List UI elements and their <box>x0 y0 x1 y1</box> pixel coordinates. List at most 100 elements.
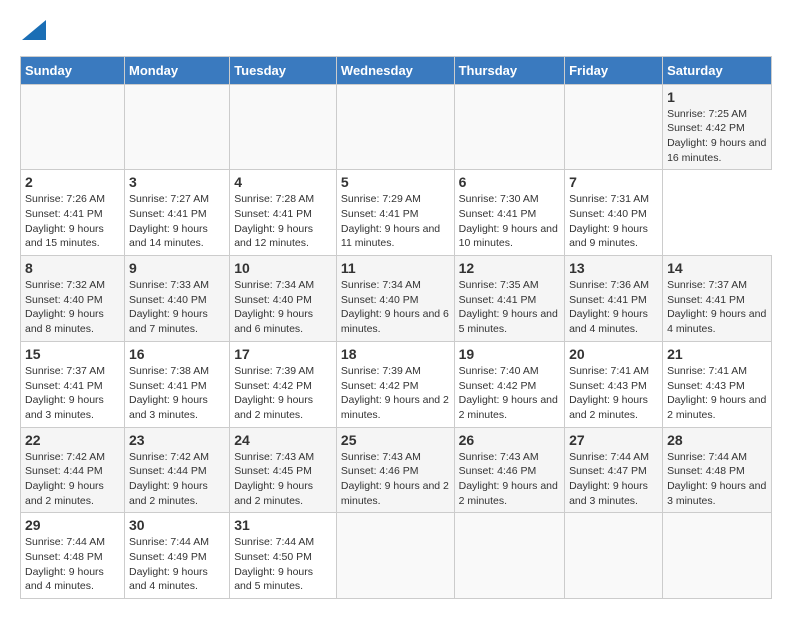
calendar-cell: 5 Sunrise: 7:29 AMSunset: 4:41 PMDayligh… <box>336 170 454 256</box>
calendar-cell: 16 Sunrise: 7:38 AMSunset: 4:41 PMDaylig… <box>125 341 230 427</box>
calendar-cell: 29 Sunrise: 7:44 AMSunset: 4:48 PMDaylig… <box>21 513 125 599</box>
calendar-cell: 19 Sunrise: 7:40 AMSunset: 4:42 PMDaylig… <box>454 341 564 427</box>
col-header-sunday: Sunday <box>21 56 125 84</box>
day-number: 19 <box>459 346 560 362</box>
day-info: Sunrise: 7:31 AMSunset: 4:40 PMDaylight:… <box>569 193 649 249</box>
calendar-cell: 30 Sunrise: 7:44 AMSunset: 4:49 PMDaylig… <box>125 513 230 599</box>
day-number: 5 <box>341 174 450 190</box>
day-number: 29 <box>25 517 120 533</box>
calendar-cell: 7 Sunrise: 7:31 AMSunset: 4:40 PMDayligh… <box>565 170 663 256</box>
day-number: 6 <box>459 174 560 190</box>
calendar-cell <box>230 84 337 170</box>
day-number: 22 <box>25 432 120 448</box>
day-info: Sunrise: 7:30 AMSunset: 4:41 PMDaylight:… <box>459 193 558 249</box>
calendar-cell: 4 Sunrise: 7:28 AMSunset: 4:41 PMDayligh… <box>230 170 337 256</box>
col-header-monday: Monday <box>125 56 230 84</box>
calendar-cell: 21 Sunrise: 7:41 AMSunset: 4:43 PMDaylig… <box>663 341 772 427</box>
calendar-cell: 8 Sunrise: 7:32 AMSunset: 4:40 PMDayligh… <box>21 256 125 342</box>
day-number: 30 <box>129 517 225 533</box>
calendar-cell: 25 Sunrise: 7:43 AMSunset: 4:46 PMDaylig… <box>336 427 454 513</box>
day-info: Sunrise: 7:34 AMSunset: 4:40 PMDaylight:… <box>234 279 314 335</box>
day-info: Sunrise: 7:38 AMSunset: 4:41 PMDaylight:… <box>129 365 209 421</box>
day-number: 2 <box>25 174 120 190</box>
day-number: 4 <box>234 174 332 190</box>
calendar-cell: 28 Sunrise: 7:44 AMSunset: 4:48 PMDaylig… <box>663 427 772 513</box>
calendar-cell: 18 Sunrise: 7:39 AMSunset: 4:42 PMDaylig… <box>336 341 454 427</box>
day-number: 25 <box>341 432 450 448</box>
day-info: Sunrise: 7:39 AMSunset: 4:42 PMDaylight:… <box>234 365 314 421</box>
day-number: 23 <box>129 432 225 448</box>
calendar-cell: 11 Sunrise: 7:34 AMSunset: 4:40 PMDaylig… <box>336 256 454 342</box>
day-number: 27 <box>569 432 658 448</box>
day-info: Sunrise: 7:44 AMSunset: 4:47 PMDaylight:… <box>569 451 649 507</box>
calendar-cell: 1 Sunrise: 7:25 AMSunset: 4:42 PMDayligh… <box>663 84 772 170</box>
day-number: 17 <box>234 346 332 362</box>
calendar-cell: 14 Sunrise: 7:37 AMSunset: 4:41 PMDaylig… <box>663 256 772 342</box>
day-number: 8 <box>25 260 120 276</box>
calendar-cell: 6 Sunrise: 7:30 AMSunset: 4:41 PMDayligh… <box>454 170 564 256</box>
calendar-cell: 17 Sunrise: 7:39 AMSunset: 4:42 PMDaylig… <box>230 341 337 427</box>
day-number: 31 <box>234 517 332 533</box>
calendar-cell <box>454 84 564 170</box>
day-number: 14 <box>667 260 767 276</box>
calendar-table: SundayMondayTuesdayWednesdayThursdayFrid… <box>20 56 772 600</box>
calendar-cell: 12 Sunrise: 7:35 AMSunset: 4:41 PMDaylig… <box>454 256 564 342</box>
calendar-cell: 9 Sunrise: 7:33 AMSunset: 4:40 PMDayligh… <box>125 256 230 342</box>
calendar-cell: 24 Sunrise: 7:43 AMSunset: 4:45 PMDaylig… <box>230 427 337 513</box>
col-header-tuesday: Tuesday <box>230 56 337 84</box>
day-info: Sunrise: 7:35 AMSunset: 4:41 PMDaylight:… <box>459 279 558 335</box>
day-number: 12 <box>459 260 560 276</box>
page-header <box>20 20 772 46</box>
day-info: Sunrise: 7:27 AMSunset: 4:41 PMDaylight:… <box>129 193 209 249</box>
day-info: Sunrise: 7:43 AMSunset: 4:46 PMDaylight:… <box>459 451 558 507</box>
calendar-cell: 26 Sunrise: 7:43 AMSunset: 4:46 PMDaylig… <box>454 427 564 513</box>
day-number: 28 <box>667 432 767 448</box>
day-info: Sunrise: 7:43 AMSunset: 4:45 PMDaylight:… <box>234 451 314 507</box>
calendar-cell: 3 Sunrise: 7:27 AMSunset: 4:41 PMDayligh… <box>125 170 230 256</box>
day-info: Sunrise: 7:44 AMSunset: 4:49 PMDaylight:… <box>129 536 209 592</box>
day-number: 18 <box>341 346 450 362</box>
day-info: Sunrise: 7:37 AMSunset: 4:41 PMDaylight:… <box>25 365 105 421</box>
day-number: 9 <box>129 260 225 276</box>
day-number: 7 <box>569 174 658 190</box>
calendar-cell: 20 Sunrise: 7:41 AMSunset: 4:43 PMDaylig… <box>565 341 663 427</box>
calendar-cell <box>454 513 564 599</box>
calendar-cell <box>663 513 772 599</box>
calendar-cell <box>565 84 663 170</box>
day-info: Sunrise: 7:34 AMSunset: 4:40 PMDaylight:… <box>341 279 449 335</box>
calendar-cell <box>125 84 230 170</box>
col-header-wednesday: Wednesday <box>336 56 454 84</box>
day-info: Sunrise: 7:39 AMSunset: 4:42 PMDaylight:… <box>341 365 449 421</box>
calendar-cell: 27 Sunrise: 7:44 AMSunset: 4:47 PMDaylig… <box>565 427 663 513</box>
calendar-cell: 31 Sunrise: 7:44 AMSunset: 4:50 PMDaylig… <box>230 513 337 599</box>
day-info: Sunrise: 7:33 AMSunset: 4:40 PMDaylight:… <box>129 279 209 335</box>
calendar-cell: 15 Sunrise: 7:37 AMSunset: 4:41 PMDaylig… <box>21 341 125 427</box>
day-number: 1 <box>667 89 767 105</box>
calendar-cell: 13 Sunrise: 7:36 AMSunset: 4:41 PMDaylig… <box>565 256 663 342</box>
logo <box>20 20 46 46</box>
day-info: Sunrise: 7:26 AMSunset: 4:41 PMDaylight:… <box>25 193 105 249</box>
day-info: Sunrise: 7:44 AMSunset: 4:48 PMDaylight:… <box>667 451 766 507</box>
calendar-cell <box>21 84 125 170</box>
day-info: Sunrise: 7:36 AMSunset: 4:41 PMDaylight:… <box>569 279 649 335</box>
calendar-cell <box>336 84 454 170</box>
day-info: Sunrise: 7:44 AMSunset: 4:48 PMDaylight:… <box>25 536 105 592</box>
day-info: Sunrise: 7:42 AMSunset: 4:44 PMDaylight:… <box>25 451 105 507</box>
day-number: 15 <box>25 346 120 362</box>
day-info: Sunrise: 7:25 AMSunset: 4:42 PMDaylight:… <box>667 108 766 164</box>
day-info: Sunrise: 7:40 AMSunset: 4:42 PMDaylight:… <box>459 365 558 421</box>
day-number: 20 <box>569 346 658 362</box>
day-number: 13 <box>569 260 658 276</box>
calendar-cell: 22 Sunrise: 7:42 AMSunset: 4:44 PMDaylig… <box>21 427 125 513</box>
col-header-saturday: Saturday <box>663 56 772 84</box>
day-info: Sunrise: 7:32 AMSunset: 4:40 PMDaylight:… <box>25 279 105 335</box>
day-number: 16 <box>129 346 225 362</box>
calendar-cell: 23 Sunrise: 7:42 AMSunset: 4:44 PMDaylig… <box>125 427 230 513</box>
day-info: Sunrise: 7:41 AMSunset: 4:43 PMDaylight:… <box>569 365 649 421</box>
day-number: 11 <box>341 260 450 276</box>
day-info: Sunrise: 7:28 AMSunset: 4:41 PMDaylight:… <box>234 193 314 249</box>
col-header-friday: Friday <box>565 56 663 84</box>
day-number: 10 <box>234 260 332 276</box>
calendar-cell: 2 Sunrise: 7:26 AMSunset: 4:41 PMDayligh… <box>21 170 125 256</box>
day-info: Sunrise: 7:43 AMSunset: 4:46 PMDaylight:… <box>341 451 449 507</box>
